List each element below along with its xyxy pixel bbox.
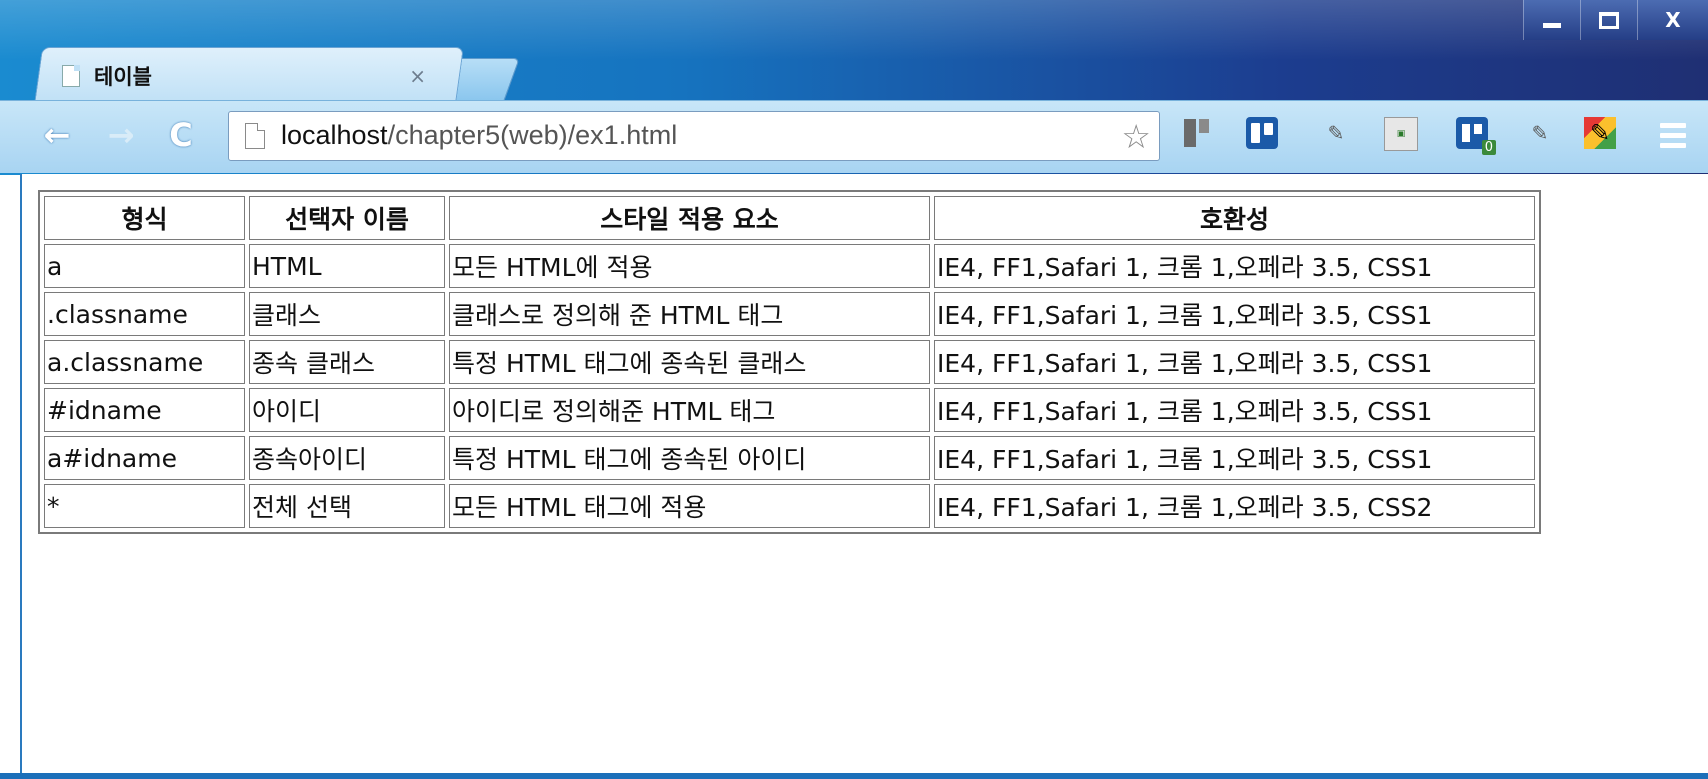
cell-format: a#idname	[44, 436, 245, 480]
trello-badge-icon[interactable]: 0	[1456, 117, 1496, 155]
cell-format: a	[44, 244, 245, 288]
trello-icon[interactable]	[1180, 117, 1212, 149]
table-row: a.classname 종속 클래스 특정 HTML 태그에 종속된 클래스 I…	[44, 340, 1535, 384]
table-row: .classname 클래스 클래스로 정의해 준 HTML 태그 IE4, F…	[44, 292, 1535, 336]
cell-format: .classname	[44, 292, 245, 336]
forward-button[interactable]: →	[100, 114, 142, 156]
url-host: localhost	[281, 120, 388, 150]
maximize-icon	[1599, 11, 1619, 29]
window-controls: X	[1523, 0, 1708, 40]
address-bar[interactable]: localhost/chapter5(web)/ex1.html ☆	[228, 111, 1160, 161]
cell-selector-name: 클래스	[249, 292, 445, 336]
cell-compatibility: IE4, FF1,Safari 1, 크롬 1,오페라 3.5, CSS1	[934, 340, 1535, 384]
header-style-target: 스타일 적용 요소	[449, 196, 930, 240]
browser-window: X 테이블 × ← → C localhost/chapter5(web)/ex…	[0, 0, 1708, 779]
cell-style-target: 모든 HTML 태그에 적용	[449, 484, 930, 528]
menu-icon[interactable]	[1660, 123, 1686, 153]
minimize-button[interactable]	[1523, 0, 1580, 40]
table-row: #idname 아이디 아이디로 정의해준 HTML 태그 IE4, FF1,S…	[44, 388, 1535, 432]
browser-toolbar: ← → C localhost/chapter5(web)/ex1.html ☆…	[0, 100, 1708, 173]
cell-selector-name: 전체 선택	[249, 484, 445, 528]
pen-icon-2[interactable]: ✎	[1524, 117, 1556, 149]
header-selector-name: 선택자 이름	[249, 196, 445, 240]
url-path: /chapter5(web)/ex1.html	[387, 120, 678, 150]
cell-compatibility: IE4, FF1,Safari 1, 크롬 1,오페라 3.5, CSS1	[934, 244, 1535, 288]
cell-style-target: 특정 HTML 태그에 종속된 클래스	[449, 340, 930, 384]
url-text[interactable]: localhost/chapter5(web)/ex1.html	[281, 120, 677, 151]
cell-compatibility: IE4, FF1,Safari 1, 크롬 1,오페라 3.5, CSS2	[934, 484, 1535, 528]
minimize-icon	[1543, 22, 1561, 28]
cell-selector-name: 아이디	[249, 388, 445, 432]
back-button[interactable]: ←	[36, 114, 78, 156]
tab-title: 테이블	[94, 65, 152, 89]
bookmark-star-icon[interactable]: ☆	[1121, 117, 1151, 156]
header-format: 형식	[44, 196, 245, 240]
page-content: 형식 선택자 이름 스타일 적용 요소 호환성 a HTML 모든 HTML에 …	[20, 174, 1708, 779]
page-icon	[245, 123, 265, 149]
cell-selector-name: HTML	[249, 244, 445, 288]
table-row: * 전체 선택 모든 HTML 태그에 적용 IE4, FF1,Safari 1…	[44, 484, 1535, 528]
fast-access-icon[interactable]: ▣	[1384, 117, 1418, 151]
cell-format: a.classname	[44, 340, 245, 384]
close-window-button[interactable]: X	[1637, 0, 1708, 40]
cell-style-target: 클래스로 정의해 준 HTML 태그	[449, 292, 930, 336]
cell-style-target: 모든 HTML에 적용	[449, 244, 930, 288]
pen-icon[interactable]: ✎	[1320, 117, 1352, 149]
cell-style-target: 아이디로 정의해준 HTML 태그	[449, 388, 930, 432]
cell-compatibility: IE4, FF1,Safari 1, 크롬 1,오페라 3.5, CSS1	[934, 292, 1535, 336]
cell-compatibility: IE4, FF1,Safari 1, 크롬 1,오페라 3.5, CSS1	[934, 388, 1535, 432]
trello-board-icon[interactable]	[1246, 117, 1278, 149]
page-favicon-icon	[62, 65, 80, 87]
tab-content: 테이블 ×	[56, 50, 436, 102]
table-header-row: 형식 선택자 이름 스타일 적용 요소 호환성	[44, 196, 1535, 240]
selector-table: 형식 선택자 이름 스타일 적용 요소 호환성 a HTML 모든 HTML에 …	[38, 190, 1541, 534]
tab-close-icon[interactable]: ×	[409, 64, 426, 88]
window-frame-bottom	[0, 773, 1708, 779]
header-compatibility: 호환성	[934, 196, 1535, 240]
cell-selector-name: 종속 클래스	[249, 340, 445, 384]
cell-format: *	[44, 484, 245, 528]
cell-format: #idname	[44, 388, 245, 432]
cell-compatibility: IE4, FF1,Safari 1, 크롬 1,오페라 3.5, CSS1	[934, 436, 1535, 480]
cell-selector-name: 종속아이디	[249, 436, 445, 480]
maximize-button[interactable]	[1580, 0, 1637, 40]
table-row: a#idname 종속아이디 특정 HTML 태그에 종속된 아이디 IE4, …	[44, 436, 1535, 480]
extension-badge: 0	[1481, 140, 1496, 155]
table-row: a HTML 모든 HTML에 적용 IE4, FF1,Safari 1, 크롬…	[44, 244, 1535, 288]
colorful-pen-icon[interactable]: ✎	[1584, 117, 1616, 149]
cell-style-target: 특정 HTML 태그에 종속된 아이디	[449, 436, 930, 480]
reload-button[interactable]: C	[160, 114, 202, 156]
